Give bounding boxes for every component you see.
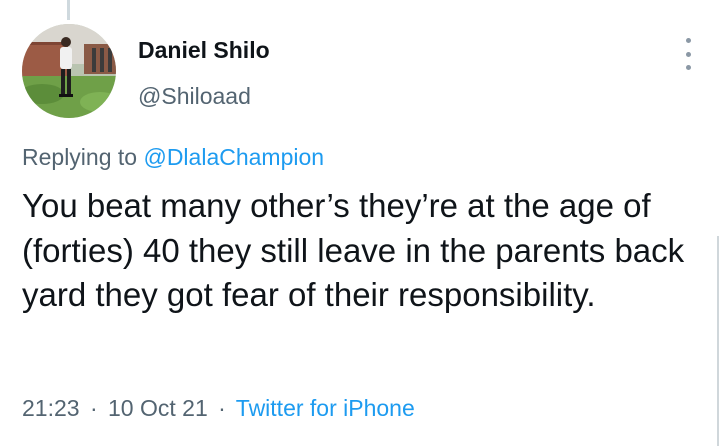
more-vertical-icon-dot-3 bbox=[685, 65, 691, 70]
reply-context: Replying to @DlalaChampion bbox=[22, 143, 324, 171]
avatar-photo bbox=[22, 24, 116, 118]
tweet-date[interactable]: 10 Oct 21 bbox=[108, 395, 208, 421]
reply-mention-link[interactable]: @DlalaChampion bbox=[143, 144, 324, 170]
author-info: Daniel Shilo @Shiloaad bbox=[138, 36, 270, 110]
tweet-card: Daniel Shilo @Shiloaad Replying to @Dlal… bbox=[0, 0, 720, 446]
tweet-source-link[interactable]: Twitter for iPhone bbox=[236, 395, 415, 421]
author-display-name[interactable]: Daniel Shilo bbox=[138, 36, 270, 64]
scrollbar-edge bbox=[717, 236, 719, 446]
author-handle[interactable]: @Shiloaad bbox=[138, 82, 270, 110]
avatar[interactable] bbox=[22, 24, 116, 118]
thread-connector-line bbox=[67, 0, 70, 20]
more-options-button[interactable] bbox=[676, 38, 700, 70]
tweet-meta: 21:23 · 10 Oct 21 · Twitter for iPhone bbox=[22, 394, 415, 422]
meta-separator: · bbox=[89, 395, 98, 421]
more-vertical-icon-dot-2 bbox=[685, 51, 691, 57]
reply-prefix: Replying to bbox=[22, 144, 138, 170]
more-vertical-icon bbox=[685, 38, 691, 43]
tweet-text: You beat many other’s they’re at the age… bbox=[22, 187, 685, 313]
tweet-time[interactable]: 21:23 bbox=[22, 395, 80, 421]
meta-separator-2: · bbox=[218, 395, 226, 421]
